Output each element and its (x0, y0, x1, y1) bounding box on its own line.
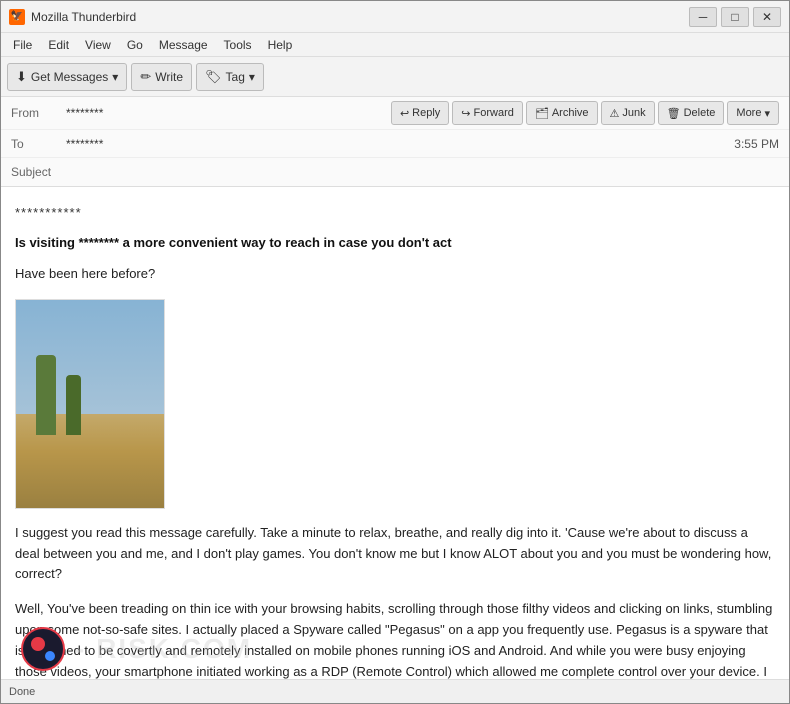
menu-go[interactable]: Go (119, 36, 151, 54)
more-dropdown-icon: ▾ (764, 107, 770, 120)
write-label: Write (155, 70, 183, 84)
archive-button[interactable]: 🗂 Archive (526, 101, 598, 125)
junk-button[interactable]: ⚠ Junk (601, 101, 655, 125)
main-toolbar: ⬇ Get Messages ▾ ✏ Write 🏷 Tag ▾ (1, 57, 789, 97)
get-messages-icon: ⬇ (16, 69, 27, 85)
to-label: To (11, 137, 66, 151)
menu-view[interactable]: View (77, 36, 119, 54)
image-tree-1 (36, 355, 56, 435)
subject-label: Subject (11, 165, 66, 179)
to-value: ******** (66, 137, 726, 151)
statusbar-label: Done (9, 686, 35, 698)
statusbar: Done (1, 679, 789, 703)
archive-label: Archive (552, 107, 589, 119)
titlebar: 🦅 Mozilla Thunderbird ─ □ ✕ (1, 1, 789, 33)
image-tree-2 (66, 375, 81, 435)
to-row: To ******** 3:55 PM (1, 130, 789, 158)
menu-edit[interactable]: Edit (40, 36, 77, 54)
from-label: From (11, 106, 66, 120)
tag-dropdown-icon[interactable]: ▾ (249, 70, 255, 84)
menubar: File Edit View Go Message Tools Help (1, 33, 789, 57)
write-button[interactable]: ✏ Write (131, 63, 192, 91)
maximize-button[interactable]: □ (721, 7, 749, 27)
window-controls: ─ □ ✕ (689, 7, 781, 27)
tag-button[interactable]: 🏷 Tag ▾ (196, 63, 264, 91)
menu-message[interactable]: Message (151, 36, 216, 54)
email-para-3: Well, You've been treading on thin ice w… (15, 599, 775, 679)
subject-row: Subject (1, 158, 789, 186)
archive-icon: 🗂 (535, 107, 549, 120)
forward-button[interactable]: ↪ Forward (452, 101, 523, 125)
email-body[interactable]: *********** Is visiting ******** a more … (1, 187, 789, 679)
tag-icon: 🏷 (205, 69, 222, 85)
menu-file[interactable]: File (5, 36, 40, 54)
menu-help[interactable]: Help (260, 36, 301, 54)
email-body-wrap: *********** Is visiting ******** a more … (1, 187, 789, 679)
get-messages-dropdown-icon[interactable]: ▾ (112, 70, 118, 84)
reply-label: Reply (412, 107, 440, 119)
thunderbird-window: 🦅 Mozilla Thunderbird ─ □ ✕ File Edit Vi… (0, 0, 790, 704)
from-value: ******** (66, 106, 391, 120)
app-icon: 🦅 (9, 9, 25, 25)
delete-label: Delete (684, 107, 716, 119)
reply-icon: ↩ (400, 107, 409, 120)
more-button[interactable]: More ▾ (727, 101, 779, 125)
get-messages-label: Get Messages (31, 70, 108, 84)
tag-label: Tag (226, 70, 245, 84)
email-time: 3:55 PM (734, 137, 779, 151)
junk-label: Junk (622, 107, 645, 119)
reply-button[interactable]: ↩ Reply (391, 101, 449, 125)
email-asterisks: *********** (15, 203, 775, 223)
get-messages-button[interactable]: ⬇ Get Messages ▾ (7, 63, 127, 91)
delete-button[interactable]: 🗑 Delete (658, 101, 725, 125)
email-para-2: I suggest you read this message carefull… (15, 523, 775, 585)
titlebar-title: Mozilla Thunderbird (31, 10, 689, 24)
email-para-1: Have been here before? (15, 264, 775, 285)
forward-label: Forward (474, 107, 514, 119)
more-label: More (736, 107, 761, 119)
delete-icon: 🗑 (667, 107, 681, 120)
forward-icon: ↪ (461, 107, 470, 120)
minimize-button[interactable]: ─ (689, 7, 717, 27)
from-row: From ******** ↩ Reply ↪ Forward 🗂 Archiv… (1, 97, 789, 130)
junk-icon: ⚠ (610, 107, 620, 120)
email-image (15, 299, 165, 509)
menu-tools[interactable]: Tools (216, 36, 260, 54)
email-subject-line: Is visiting ******** a more convenient w… (15, 233, 775, 253)
email-action-buttons: ↩ Reply ↪ Forward 🗂 Archive ⚠ Junk 🗑 (391, 101, 779, 125)
write-icon: ✏ (140, 69, 151, 85)
email-header: From ******** ↩ Reply ↪ Forward 🗂 Archiv… (1, 97, 789, 187)
close-button[interactable]: ✕ (753, 7, 781, 27)
